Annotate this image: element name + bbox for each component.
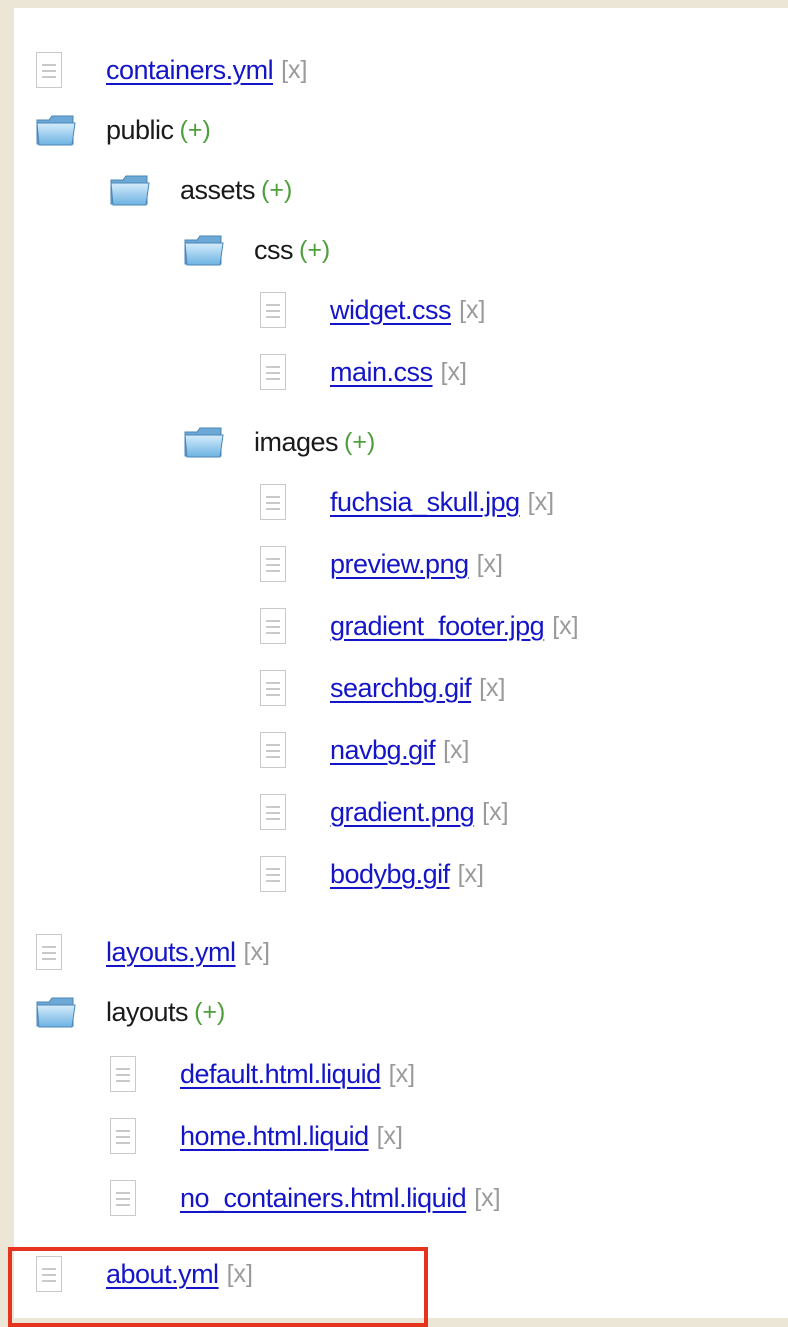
file-link[interactable]: main.css bbox=[330, 357, 433, 388]
folder-label: assets bbox=[180, 174, 256, 205]
delete-button[interactable]: [x] bbox=[552, 612, 578, 641]
delete-button[interactable]: [x] bbox=[244, 938, 270, 967]
folder-icon bbox=[36, 115, 76, 146]
file-link[interactable]: widget.css bbox=[330, 295, 452, 326]
file-link[interactable]: preview.png bbox=[330, 549, 469, 580]
delete-button[interactable]: [x] bbox=[528, 488, 554, 517]
tree-item-fuchsia-skull-jpg: fuchsia_skull.jpg [x] bbox=[260, 480, 554, 524]
delete-button[interactable]: [x] bbox=[441, 358, 467, 387]
file-link[interactable]: home.html.liquid bbox=[180, 1121, 369, 1152]
folder-icon bbox=[184, 235, 224, 266]
tree-item-main-css: main.css [x] bbox=[260, 350, 467, 394]
tree-item-layouts: layouts (+) bbox=[36, 990, 225, 1034]
tree-item-navbg-gif: navbg.gif [x] bbox=[260, 728, 470, 772]
file-icon bbox=[260, 794, 286, 830]
tree-item-no-containers-html-liquid: no_containers.html.liquid [x] bbox=[110, 1176, 501, 1220]
tree-item-preview-png: preview.png [x] bbox=[260, 542, 503, 586]
tree-item-assets: assets (+) bbox=[110, 168, 292, 212]
delete-button[interactable]: [x] bbox=[281, 56, 307, 85]
file-icon bbox=[260, 292, 286, 328]
tree-item-bodybg-gif: bodybg.gif [x] bbox=[260, 852, 484, 896]
file-icon bbox=[36, 52, 62, 88]
delete-button[interactable]: [x] bbox=[458, 860, 484, 889]
file-link[interactable]: navbg.gif bbox=[330, 735, 436, 766]
add-button[interactable]: (+) bbox=[299, 236, 330, 265]
file-link[interactable]: no_containers.html.liquid bbox=[180, 1183, 467, 1214]
tree-item-widget-css: widget.css [x] bbox=[260, 288, 485, 332]
file-icon bbox=[260, 484, 286, 520]
tree-item-containers-yml: containers.yml [x] bbox=[36, 48, 307, 92]
delete-button[interactable]: [x] bbox=[459, 296, 485, 325]
tree-item-css: css (+) bbox=[184, 228, 330, 272]
file-link[interactable]: gradient_footer.jpg bbox=[330, 611, 545, 642]
tree-item-home-html-liquid: home.html.liquid [x] bbox=[110, 1114, 403, 1158]
folder-label: css bbox=[254, 234, 294, 265]
file-link[interactable]: containers.yml bbox=[106, 55, 274, 86]
tree-item-gradient-footer-jpg: gradient_footer.jpg [x] bbox=[260, 604, 579, 648]
add-button[interactable]: (+) bbox=[344, 428, 375, 457]
file-icon bbox=[110, 1056, 136, 1092]
file-icon bbox=[260, 608, 286, 644]
delete-button[interactable]: [x] bbox=[482, 798, 508, 827]
tree-item-images: images (+) bbox=[184, 420, 375, 464]
file-icon bbox=[260, 670, 286, 706]
tree-item-layouts-yml: layouts.yml [x] bbox=[36, 930, 270, 974]
file-icon bbox=[36, 934, 62, 970]
add-button[interactable]: (+) bbox=[194, 998, 225, 1027]
file-icon bbox=[110, 1118, 136, 1154]
delete-button[interactable]: [x] bbox=[377, 1122, 403, 1151]
delete-button[interactable]: [x] bbox=[479, 674, 505, 703]
folder-label: images bbox=[254, 426, 339, 457]
file-link[interactable]: layouts.yml bbox=[106, 937, 236, 968]
tree-item-searchbg-gif: searchbg.gif [x] bbox=[260, 666, 506, 710]
file-tree-panel: containers.yml [x] public (+) assets (+) bbox=[14, 8, 788, 1318]
folder-icon bbox=[110, 175, 150, 206]
tree-item-public: public (+) bbox=[36, 108, 211, 152]
delete-button[interactable]: [x] bbox=[474, 1184, 500, 1213]
file-link[interactable]: gradient.png bbox=[330, 797, 475, 828]
folder-label: layouts bbox=[106, 996, 189, 1027]
file-link[interactable]: bodybg.gif bbox=[330, 859, 450, 890]
folder-icon bbox=[184, 427, 224, 458]
highlight-box bbox=[8, 1247, 428, 1327]
file-icon bbox=[110, 1180, 136, 1216]
delete-button[interactable]: [x] bbox=[443, 736, 469, 765]
add-button[interactable]: (+) bbox=[261, 176, 292, 205]
file-icon bbox=[260, 732, 286, 768]
folder-icon bbox=[36, 997, 76, 1028]
delete-button[interactable]: [x] bbox=[477, 550, 503, 579]
file-link[interactable]: searchbg.gif bbox=[330, 673, 472, 704]
folder-label: public bbox=[106, 114, 174, 145]
file-icon bbox=[260, 546, 286, 582]
tree-item-default-html-liquid: default.html.liquid [x] bbox=[110, 1052, 415, 1096]
tree-item-gradient-png: gradient.png [x] bbox=[260, 790, 509, 834]
file-link[interactable]: default.html.liquid bbox=[180, 1059, 381, 1090]
delete-button[interactable]: [x] bbox=[389, 1060, 415, 1089]
add-button[interactable]: (+) bbox=[180, 116, 211, 145]
file-link[interactable]: fuchsia_skull.jpg bbox=[330, 487, 520, 518]
file-icon bbox=[260, 354, 286, 390]
file-icon bbox=[260, 856, 286, 892]
